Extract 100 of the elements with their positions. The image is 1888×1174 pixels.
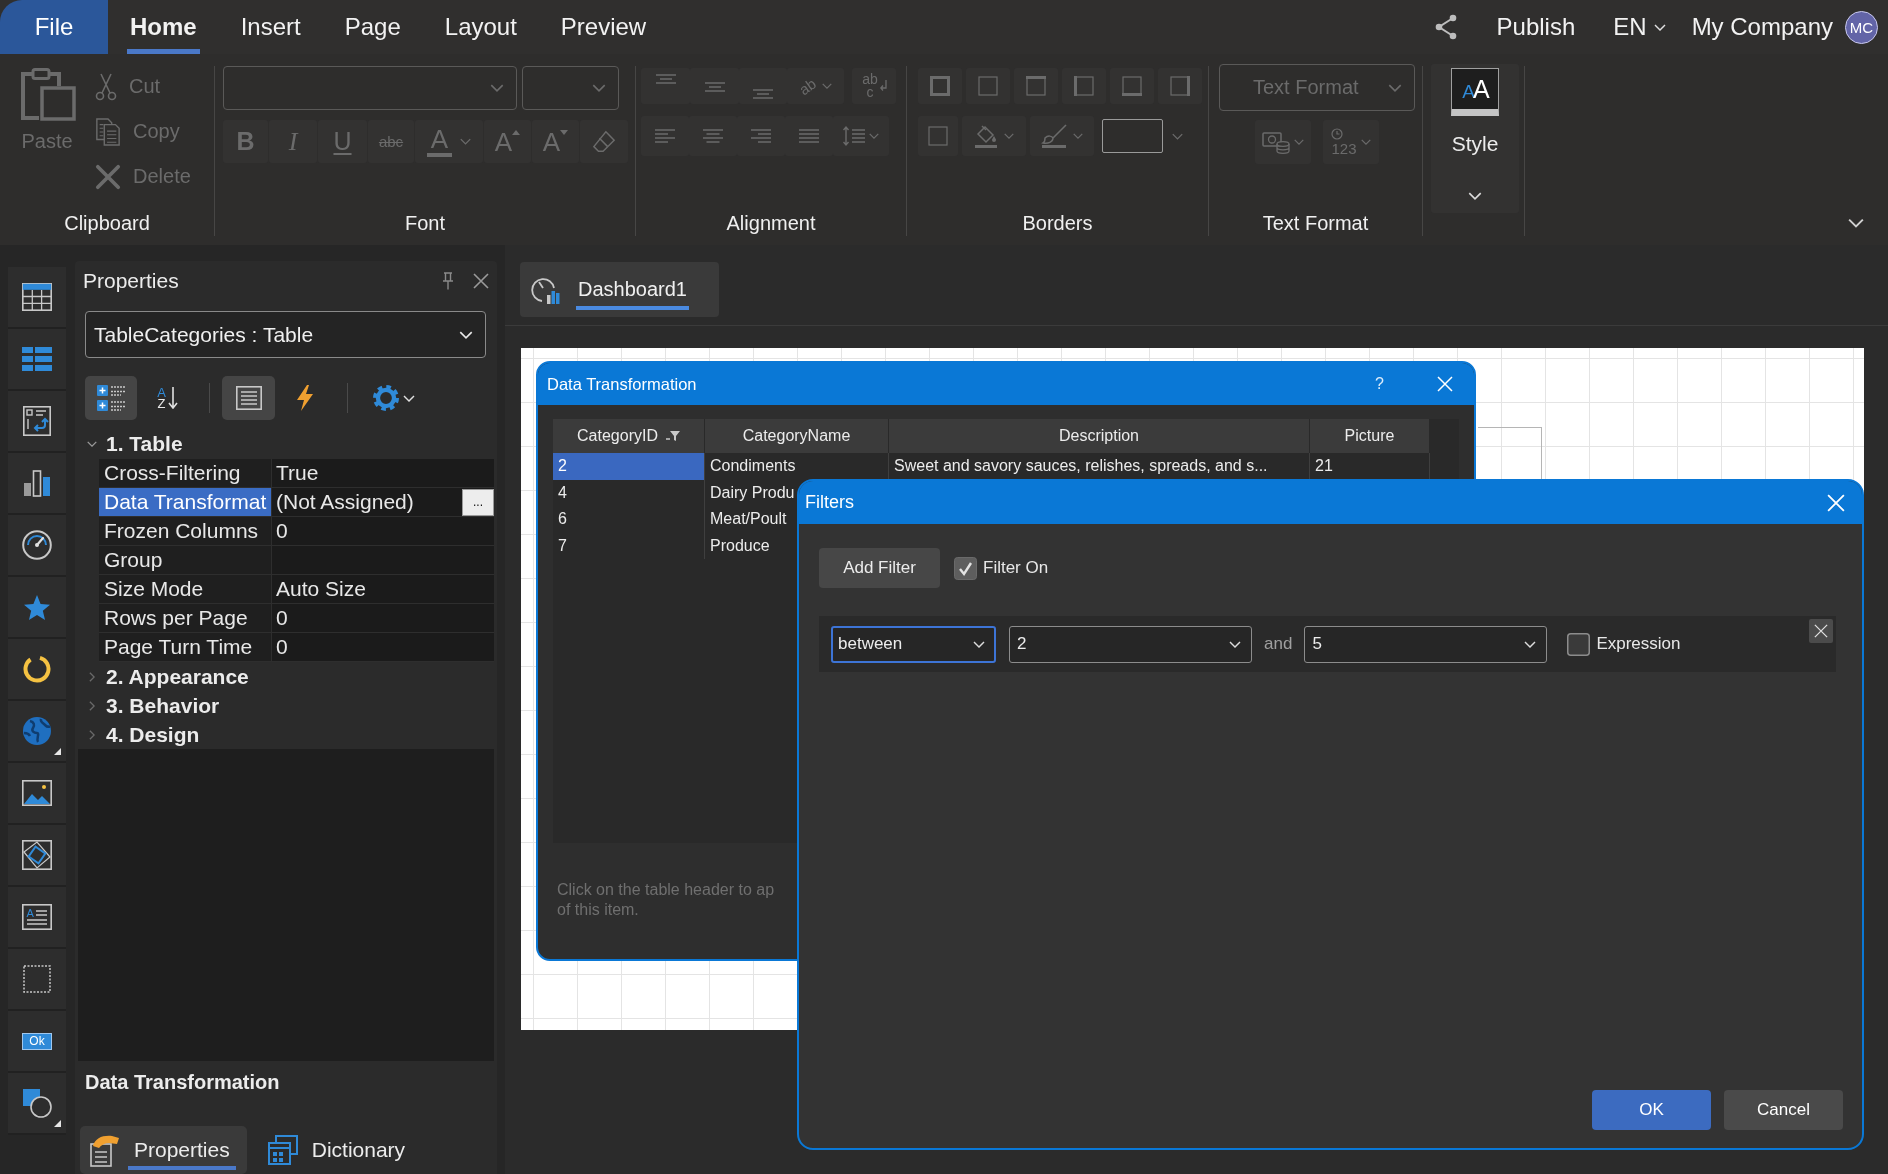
value-dropdown[interactable]: 5 [1304,625,1548,663]
shape-tool[interactable] [8,825,66,887]
panel-tab[interactable]: Dictionary [259,1126,423,1174]
property-name[interactable]: Group [99,546,272,575]
chevron-down-icon [1294,139,1304,145]
border-top-icon [1026,76,1046,96]
ribbon-tab[interactable]: Layout [422,0,539,54]
add-filter-button[interactable]: Add Filter [819,548,940,588]
chevron-down-icon [459,330,473,339]
document-tab[interactable]: Dashboard1 [520,262,719,317]
star-icon [24,594,50,620]
chevron-down-icon [490,84,504,92]
property-name[interactable]: Frozen Columns [99,517,272,546]
property-name[interactable]: Data Transformat [99,488,272,517]
group-label: Borders [1022,211,1093,235]
user-avatar[interactable]: MC [1845,10,1878,44]
column-header[interactable]: CategoryName [705,419,889,453]
square-circle-icon [22,1088,52,1118]
chevron-down-icon [973,640,985,648]
indicator-tool[interactable] [8,577,66,639]
chevron-down-icon [402,394,415,402]
button-tool[interactable]: Ok [8,1011,66,1073]
cell-text: Condiments [710,457,796,476]
panel-tab[interactable]: Properties [80,1126,247,1174]
chevron-down-icon [869,133,879,139]
sort-alphabetical-button[interactable]: AZ [150,376,185,420]
property-name[interactable]: Size Mode [99,575,272,604]
collapsed-chevron-icon[interactable] [89,671,95,682]
property-name[interactable]: Cross-Filtering [99,459,272,488]
chevron-down-icon [1468,192,1482,200]
column-header[interactable]: CategoryID [553,419,705,453]
ribbon-tab[interactable]: Insert [218,0,323,54]
category-header[interactable]: 2. Appearance [106,664,249,689]
account-name[interactable]: My Company [1691,7,1833,47]
list-icon [235,386,262,410]
category-header[interactable]: 3. Behavior [106,693,220,718]
table-tool[interactable] [8,267,66,329]
up-triangle-icon [512,130,521,135]
category-header[interactable]: 4. Design [106,722,200,747]
publish-button[interactable]: Publish [1496,7,1576,47]
panel-tool[interactable] [8,949,66,1011]
expression-checkbox[interactable] [1567,632,1591,656]
close-button[interactable] [473,273,489,289]
cell-text: Dairy Produ [710,483,795,502]
shapes-tool[interactable] [8,1073,66,1135]
cell-text: Sweet and savory sauces, relishes, spreads, and s... [894,457,1268,476]
gauge-tool[interactable] [8,515,66,577]
align-top-icon [655,74,676,84]
border-left-icon [1074,76,1094,96]
cell-text: Produce [710,536,770,555]
progress-tool[interactable] [8,639,66,701]
ribbon-tab[interactable]: Home [108,0,219,54]
property-value: 0 [276,606,288,630]
property-name[interactable]: Page Turn Time [99,633,272,662]
filter-on-checkbox[interactable] [954,556,977,580]
align-justify-icon [799,129,819,143]
value-dropdown[interactable]: 2 [1009,625,1252,663]
pivot-table-tool[interactable] [8,391,66,453]
properties-view-button[interactable] [222,376,275,420]
clipboard-icon [18,68,76,121]
ellipsis-button[interactable]: ... [462,488,494,516]
close-icon [473,273,489,289]
image-tool[interactable] [8,763,66,825]
share-button[interactable] [1433,14,1458,40]
ribbon-tab[interactable]: Preview [538,0,669,54]
file-tab[interactable]: File [0,0,108,54]
operator-dropdown[interactable]: between [831,625,996,663]
categorized-view-button[interactable] [85,376,137,420]
cancel-button[interactable]: Cancel [1724,1090,1843,1130]
chart-tool[interactable] [8,453,66,515]
expanded-chevron-icon[interactable] [87,440,97,447]
bar-chart-icon [23,469,51,497]
property-value: (Not Assigned) [276,490,414,514]
object-selector[interactable]: TableCategories : Table [85,311,486,358]
collapse-ribbon-button[interactable] [1848,218,1864,228]
chevron-down-icon [1848,218,1864,228]
ok-button[interactable]: OK [1592,1090,1711,1130]
help-button[interactable]: ? [1372,375,1387,393]
cell-text: 4 [558,483,567,502]
group-label: Clipboard [64,211,150,235]
x-mark-icon [95,163,121,190]
category-header[interactable]: 1. Table [106,431,183,456]
table-cell[interactable]: 2 [553,453,705,480]
border-bottom-icon [1122,76,1142,96]
cards-tool[interactable] [8,329,66,391]
column-header[interactable]: Picture [1310,419,1430,453]
property-name[interactable]: Rows per Page [99,604,272,633]
cell-text: 21 [1315,457,1333,476]
pin-button[interactable] [442,272,454,290]
collapsed-chevron-icon[interactable] [89,729,95,740]
language-selector[interactable]: EN [1613,7,1666,47]
ribbon-tab[interactable]: Page [322,0,423,54]
pivot-table-icon [23,406,51,436]
remove-condition-button[interactable] [1809,619,1833,643]
column-header[interactable]: Description [889,419,1310,453]
text-tool[interactable]: A [8,887,66,949]
chevron-down-icon [1073,133,1083,139]
style-button[interactable]: AA Style [1431,64,1519,213]
collapsed-chevron-icon[interactable] [89,700,95,711]
ring-icon [23,655,51,683]
